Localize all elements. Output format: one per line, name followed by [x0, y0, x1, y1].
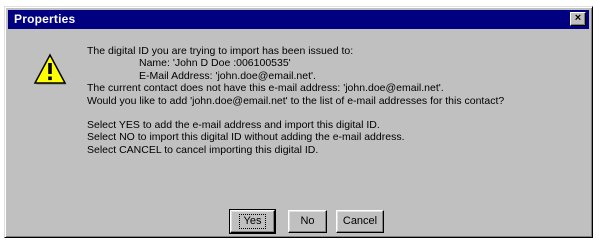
close-button[interactable]: × — [570, 12, 586, 26]
message-line-issued-to: The digital ID you are trying to import … — [87, 45, 354, 57]
message-line-question: Would you like to add 'john.doe@email.ne… — [87, 94, 505, 107]
window-title: Properties — [14, 12, 76, 26]
message-line-no-address: The current contact does not have this e… — [87, 82, 444, 95]
no-button[interactable]: No — [288, 210, 327, 233]
message-line-select-yes: Select YES to add the e-mail address and… — [87, 119, 380, 132]
title-bar[interactable]: Properties × — [8, 10, 589, 29]
message-text: The digital ID you are trying to import … — [87, 45, 587, 156]
warning-icon — [33, 53, 67, 85]
message-line-select-no: Select NO to import this digital ID with… — [87, 131, 405, 144]
cancel-button[interactable]: Cancel — [336, 210, 384, 233]
yes-button-label: Yes — [238, 214, 267, 229]
yes-button[interactable]: Yes — [229, 209, 276, 234]
message-line-select-cancel: Select CANCEL to cancel importing this d… — [87, 143, 319, 156]
message-line-name: Name: 'John D Doe :006100535' — [139, 57, 291, 70]
message-line-email: E-Mail Address: 'john.doe@email.net'. — [139, 69, 316, 82]
properties-dialog: Properties × The digital ID you are tryi… — [4, 6, 593, 238]
